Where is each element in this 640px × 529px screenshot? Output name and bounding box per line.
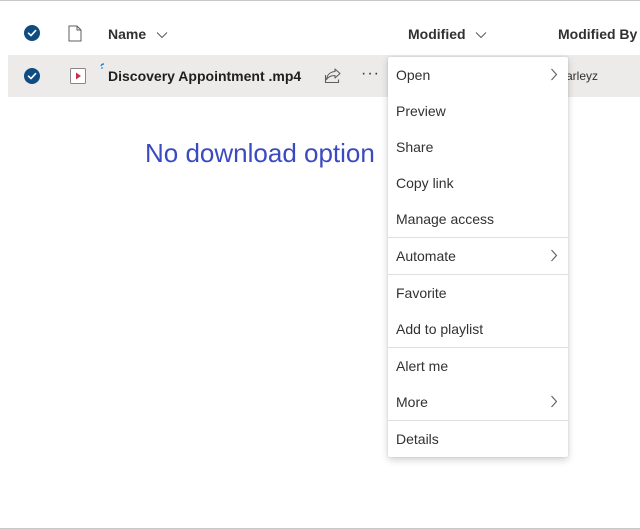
checkmark-icon	[27, 72, 37, 80]
top-border	[0, 0, 640, 1]
menu-item-more[interactable]: More	[388, 384, 568, 420]
chevron-right-icon	[551, 68, 558, 81]
chevron-right-icon	[551, 249, 558, 262]
checkmark-icon	[27, 29, 37, 37]
video-file-icon	[70, 68, 86, 84]
context-menu: Open Preview Share Copy link Manage acce…	[388, 57, 568, 457]
menu-item-open[interactable]: Open	[388, 57, 568, 93]
chevron-down-icon	[476, 32, 487, 39]
menu-item-add-to-playlist[interactable]: Add to playlist	[388, 311, 568, 347]
row-checkbox[interactable]	[24, 68, 40, 84]
file-name-link[interactable]: Discovery Appointment .mp4	[108, 68, 301, 84]
menu-item-details[interactable]: Details	[388, 421, 568, 457]
menu-item-label: Details	[396, 431, 439, 447]
more-icon[interactable]: ···	[361, 65, 380, 83]
menu-item-automate[interactable]: Automate	[388, 238, 568, 274]
menu-item-label: Add to playlist	[396, 321, 484, 337]
menu-item-label: Alert me	[396, 358, 449, 374]
menu-item-share[interactable]: Share	[388, 129, 568, 165]
column-header-modified[interactable]: Modified	[408, 26, 487, 42]
menu-item-label: Share	[396, 139, 434, 155]
select-all-checkbox[interactable]	[24, 25, 40, 41]
column-header-name-label: Name	[108, 26, 147, 42]
chevron-right-icon	[551, 395, 558, 408]
loading-icon	[100, 63, 105, 69]
menu-item-label: More	[396, 394, 428, 410]
menu-item-favorite[interactable]: Favorite	[388, 275, 568, 311]
modified-by-value: arleyz	[566, 69, 599, 83]
column-header-modified-by[interactable]: Modified By	[558, 26, 637, 42]
menu-item-label: Favorite	[396, 285, 447, 301]
menu-item-label: Manage access	[396, 211, 495, 227]
column-header-modified-by-label: Modified By	[558, 26, 638, 42]
menu-item-alert-me[interactable]: Alert me	[388, 348, 568, 384]
chevron-down-icon	[156, 32, 168, 39]
menu-item-manage-access[interactable]: Manage access	[388, 201, 568, 237]
annotation-text: No download option	[145, 138, 375, 168]
column-header-modified-label: Modified	[408, 26, 466, 42]
menu-item-label: Preview	[396, 103, 446, 119]
document-icon[interactable]	[68, 25, 82, 42]
column-header-row: Name Modified Modified By	[0, 14, 640, 54]
menu-item-preview[interactable]: Preview	[388, 93, 568, 129]
menu-item-label: Automate	[396, 248, 456, 264]
share-icon[interactable]	[324, 67, 342, 84]
menu-item-label: Copy link	[396, 175, 454, 191]
menu-item-label: Open	[396, 67, 431, 83]
menu-item-copy-link[interactable]: Copy link	[388, 165, 568, 201]
column-header-name[interactable]: Name	[108, 26, 168, 42]
